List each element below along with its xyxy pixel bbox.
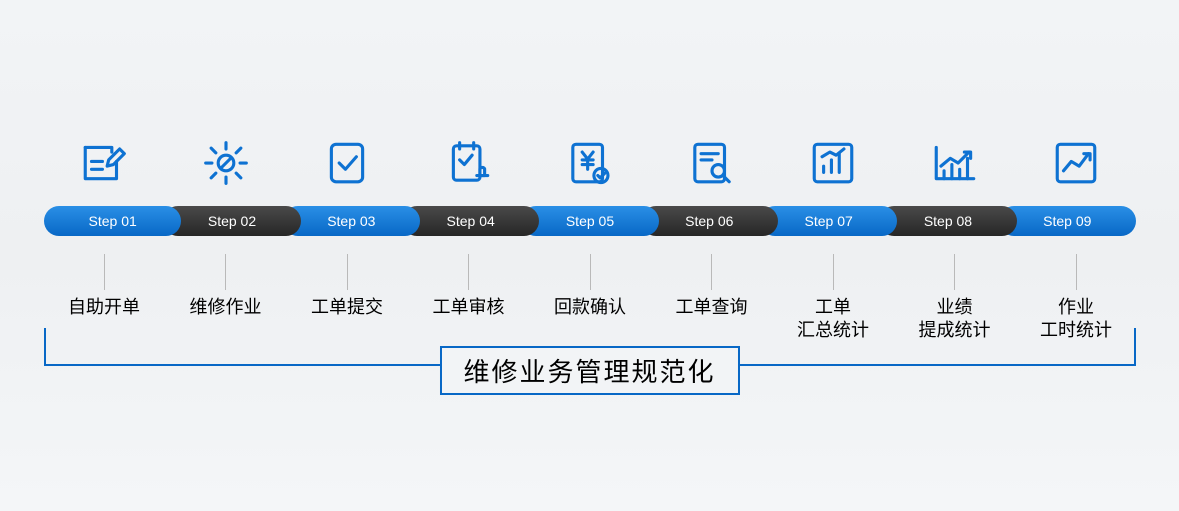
step-pill: Step 07 [760, 206, 897, 236]
divider-line [64, 254, 144, 290]
divider-line [915, 254, 995, 290]
clipboard-stamp-icon [429, 138, 509, 188]
divider-line [307, 254, 387, 290]
step-pill: Step 04 [402, 206, 539, 236]
line-chart-icon [1036, 138, 1116, 188]
bar-chart-icon [793, 138, 873, 188]
gear-wrench-icon [186, 138, 266, 188]
step-pill: Step 09 [999, 206, 1136, 236]
step-pill: Step 05 [521, 206, 658, 236]
document-check-icon [307, 138, 387, 188]
divider-line [1036, 254, 1116, 290]
step-pill: Step 02 [163, 206, 300, 236]
payment-confirm-icon [550, 138, 630, 188]
edit-form-icon [64, 138, 144, 188]
divider-line [550, 254, 630, 290]
divider-row [44, 254, 1136, 290]
workflow-diagram: Step 01 Step 02 Step 03 Step 04 Step 05 … [44, 138, 1136, 341]
divider-line [793, 254, 873, 290]
icon-row [44, 138, 1136, 188]
divider-line [186, 254, 266, 290]
document-search-icon [672, 138, 752, 188]
divider-line [429, 254, 509, 290]
divider-line [672, 254, 752, 290]
step-pill-row: Step 01 Step 02 Step 03 Step 04 Step 05 … [44, 206, 1136, 236]
step-pill: Step 08 [879, 206, 1016, 236]
step-pill: Step 01 [44, 206, 181, 236]
diagram-title: 维修业务管理规范化 [439, 346, 739, 395]
trend-chart-icon [915, 138, 995, 188]
step-pill: Step 03 [283, 206, 420, 236]
step-pill: Step 06 [641, 206, 778, 236]
